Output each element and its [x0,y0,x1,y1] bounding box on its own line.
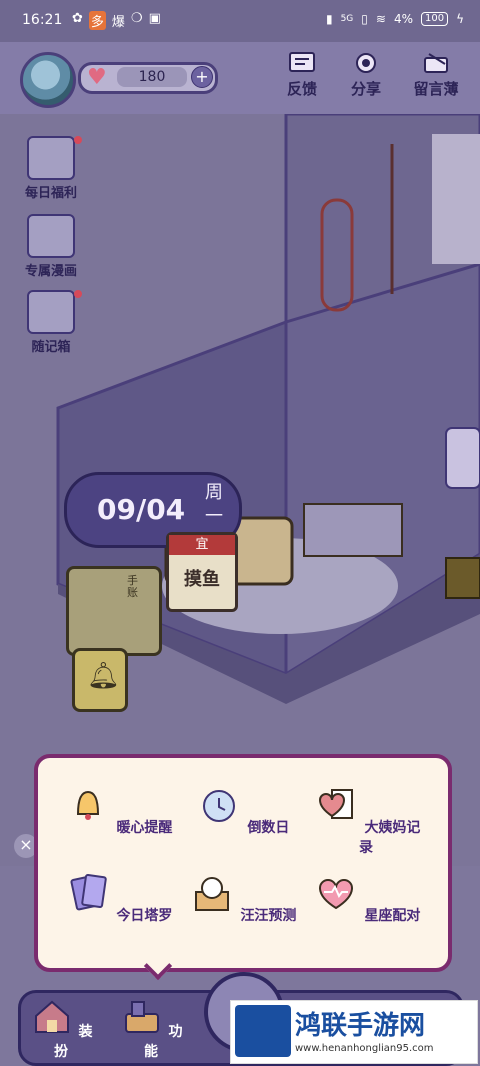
popup-pointer [143,951,173,981]
bell-icon: 🔔︎ [87,661,121,691]
notification-badge [74,290,82,298]
comic-icon [27,214,75,258]
wifi-icon: ≋ [375,12,386,26]
zodiac-match-item[interactable]: 星座配对 [306,870,426,925]
calendar-widget[interactable]: 宜 摸鱼 [166,532,238,612]
app-icon: 多 [88,11,106,30]
app-icon: 爆 [111,15,125,30]
app-icon: ▣ [148,11,161,26]
alarm-clock-icon [202,790,235,822]
share-icon [356,53,376,73]
function-tab[interactable]: 功能 [116,998,186,1061]
battery-icon: 100 [420,12,449,26]
watermark-url: www.henanhonglian95.com [295,1043,434,1054]
heart-count: 180 [117,67,187,87]
calendar-text: 摸鱼 [184,569,220,590]
watermark-title: 鸿联手游网 [295,1011,426,1041]
battery-percent: 4% [393,12,413,26]
zodiac-match-label: 星座配对 [364,908,421,924]
horse-logo [235,1005,291,1057]
app-icon: ✿ [72,11,83,26]
dog-box-icon [194,877,229,911]
journal-label: 手账 [127,574,138,599]
guestbook-button[interactable]: 留言薄 [404,50,468,99]
charging-icon: ϟ [456,12,464,26]
status-bar: 16:21 ✿ 多 爆 ❍ ▣ ▮ 5G ▯ ≋ 4% 100 ϟ [0,0,480,42]
heart-counter[interactable]: ♥ 180 + [78,62,218,94]
watermark: 鸿联手游网 www.henanhonglian95.com [230,1000,478,1064]
feedback-label: 反馈 [286,80,317,98]
feedback-button[interactable]: 反馈 [270,50,334,99]
status-time: 16:21 [22,12,63,28]
heart-icon: ♥ [87,65,107,90]
vibrate-icon: ▮ [325,12,333,26]
daily-tarot-item[interactable]: 今日塔罗 [58,870,178,925]
tarot-icon [70,874,107,911]
warm-reminder-item[interactable]: 暖心提醒 [58,782,178,837]
countdown-item[interactable]: 倒数日 [182,782,302,837]
status-app-icons: ✿ 多 爆 ❍ ▣ [72,11,161,30]
guestbook-label: 留言薄 [413,80,459,98]
function-popup: 暖心提醒 倒数日 大姨妈记录 今日塔罗 汪汪预测 星座配对 [34,754,452,981]
feedback-icon [289,52,315,72]
bell-icon [76,790,99,820]
dog-predict-item[interactable]: 汪汪预测 [182,870,302,925]
sim-icon: ▯ [361,12,368,26]
share-button[interactable]: 分享 [334,50,398,99]
share-label: 分享 [350,80,381,98]
heart-pulse-icon [318,879,353,910]
memo-box-icon [27,290,75,334]
exclusive-comic-button[interactable]: 专属漫画 [16,214,86,279]
date-text: 09/04 [97,493,186,526]
calendar-header: 宜 [169,535,235,555]
notification-badge [74,136,82,144]
top-bar: ♥ 180 + 反馈 分享 留言薄 [0,42,480,117]
memo-box-button[interactable]: 随记箱 [16,290,86,355]
period-record-item[interactable]: 大姨妈记录 [306,782,426,857]
daily-welfare-label: 每日福利 [24,186,77,201]
basket-icon [124,1001,159,1033]
warm-reminder-label: 暖心提醒 [116,820,173,836]
network-label: 5G [340,14,354,24]
journal-book[interactable]: 手账 [66,566,162,656]
dressup-tab[interactable]: 装扮 [26,998,96,1061]
status-right: ▮ 5G ▯ ≋ 4% 100 ϟ [326,12,464,26]
daily-welfare-button[interactable]: 每日福利 [16,136,86,201]
dog-predict-label: 汪汪预测 [240,908,297,924]
guestbook-icon [424,53,448,73]
app-icon: ❍ [130,11,143,26]
period-record-icon [318,789,353,819]
period-record-label: 大姨妈记录 [359,820,421,856]
house-icon [34,1000,69,1033]
add-hearts-button[interactable]: + [191,66,213,88]
daily-tarot-label: 今日塔罗 [116,908,173,924]
daily-gift-icon [27,136,75,180]
exclusive-comic-label: 专属漫画 [24,264,77,279]
reminder-bell[interactable]: 🔔︎ [72,648,128,712]
countdown-label: 倒数日 [247,820,290,836]
avatar[interactable] [20,52,76,108]
weekday-text: 周一 [205,482,223,527]
memo-box-label: 随记箱 [31,340,71,355]
